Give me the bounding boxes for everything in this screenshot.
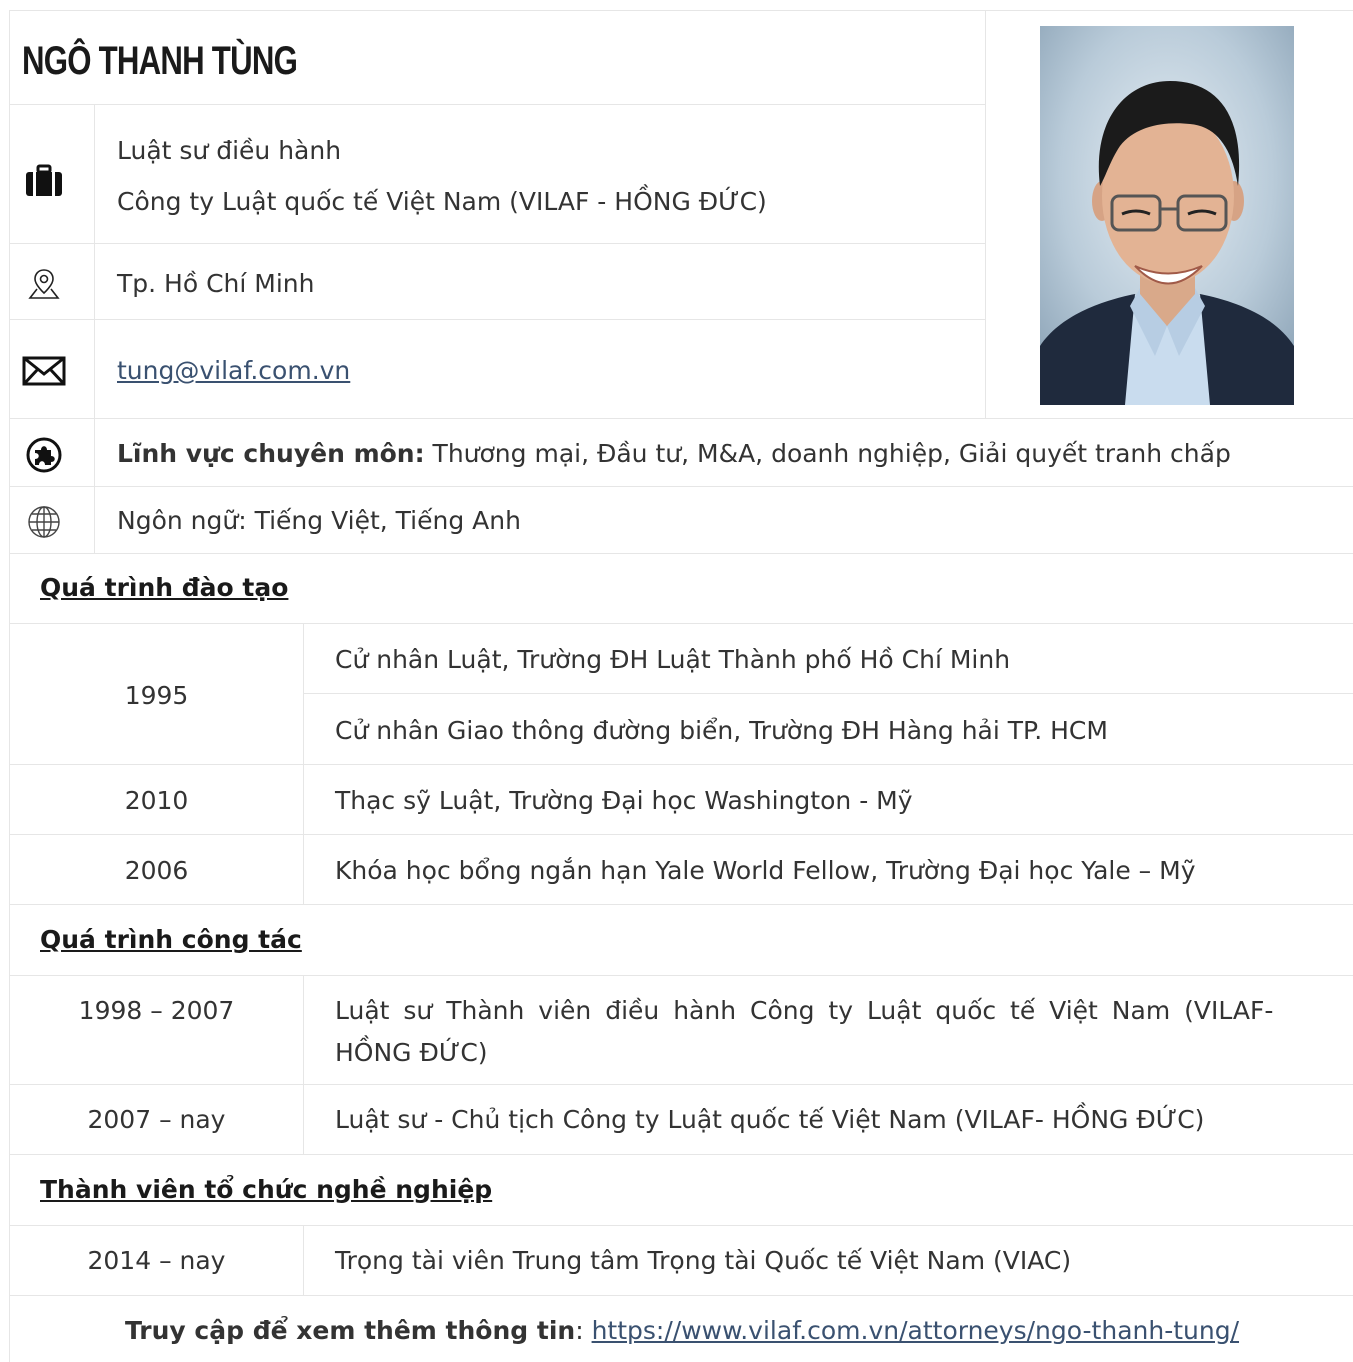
envelope-icon	[22, 353, 66, 389]
divider	[10, 553, 1353, 554]
email-link[interactable]: tung@vilaf.com.vn	[117, 354, 350, 388]
profile-name: NGÔ THANH TÙNG	[22, 39, 298, 83]
puzzle-icon	[24, 435, 64, 475]
divider	[10, 1084, 1353, 1085]
education-heading: Quá trình đào tạo	[40, 573, 289, 602]
divider	[94, 104, 95, 553]
membership-heading: Thành viên tổ chức nghề nghiệp	[40, 1175, 493, 1204]
work-item: Luật sư Thành viên điều hành Công ty Luậ…	[335, 996, 1274, 1025]
education-year: 2010	[124, 786, 189, 815]
footer-separator: :	[575, 1316, 592, 1345]
expertise-label: Lĩnh vực chuyên môn:	[117, 439, 425, 468]
divider	[10, 904, 1353, 905]
divider	[10, 834, 1353, 835]
divider	[303, 975, 304, 1154]
footer-label: Truy cập để xem thêm thông tin	[124, 1316, 576, 1345]
education-year: 1995	[124, 681, 189, 710]
divider	[10, 1225, 1353, 1226]
location-pin-icon	[24, 264, 64, 304]
divider	[10, 1295, 1353, 1296]
divider	[10, 975, 1353, 976]
divider	[10, 764, 1353, 765]
membership-item: Trọng tài viên Trung tâm Trọng tài Quốc …	[335, 1246, 1072, 1275]
profile-photo	[1040, 26, 1294, 405]
work-year: 2007 – nay	[87, 1105, 226, 1134]
globe-icon	[24, 502, 64, 542]
company-name: Công ty Luật quốc tế Việt Nam (VILAF - H…	[117, 187, 767, 216]
divider	[985, 11, 986, 418]
languages-text: Ngôn ngữ: Tiếng Việt, Tiếng Anh	[117, 506, 521, 535]
divider	[10, 486, 1353, 487]
divider	[10, 1154, 1353, 1155]
education-year: 2006	[124, 856, 189, 885]
divider	[303, 623, 304, 904]
work-item: HỒNG ĐỨC)	[335, 1038, 488, 1067]
location-text: Tp. Hồ Chí Minh	[117, 269, 315, 298]
education-item: Khóa học bổng ngắn hạn Yale World Fellow…	[335, 856, 1196, 885]
expertise-value: Thương mại, Đầu tư, M&A, doanh nghiệp, G…	[424, 439, 1231, 468]
profile-card: NGÔ THANH TÙNG Luật sư điều hành Công ty…	[9, 10, 1353, 1362]
education-item: Thạc sỹ Luật, Trường Đại học Washington …	[335, 786, 913, 815]
work-year: 1998 – 2007	[78, 996, 235, 1025]
expertise-text: Lĩnh vực chuyên môn: Thương mại, Đầu tư,…	[117, 437, 1231, 471]
briefcase-icon	[24, 161, 64, 201]
education-item: Cử nhân Giao thông đường biển, Trường ĐH…	[335, 716, 1108, 745]
divider	[10, 319, 986, 320]
work-heading: Quá trình công tác	[40, 925, 302, 954]
footer-line: Truy cập để xem thêm thông tin: https://…	[10, 1314, 1353, 1348]
divider	[10, 243, 986, 244]
divider	[10, 104, 986, 105]
work-item: Luật sư - Chủ tịch Công ty Luật quốc tế …	[335, 1105, 1205, 1134]
divider	[10, 623, 1353, 624]
divider	[304, 693, 1353, 694]
divider	[10, 418, 1353, 419]
position-title: Luật sư điều hành	[117, 136, 342, 165]
membership-year: 2014 – nay	[87, 1246, 226, 1275]
divider	[303, 1225, 304, 1295]
profile-url-link[interactable]: https://www.vilaf.com.vn/attorneys/ngo-t…	[592, 1316, 1239, 1345]
education-item: Cử nhân Luật, Trường ĐH Luật Thành phố H…	[335, 645, 1011, 674]
